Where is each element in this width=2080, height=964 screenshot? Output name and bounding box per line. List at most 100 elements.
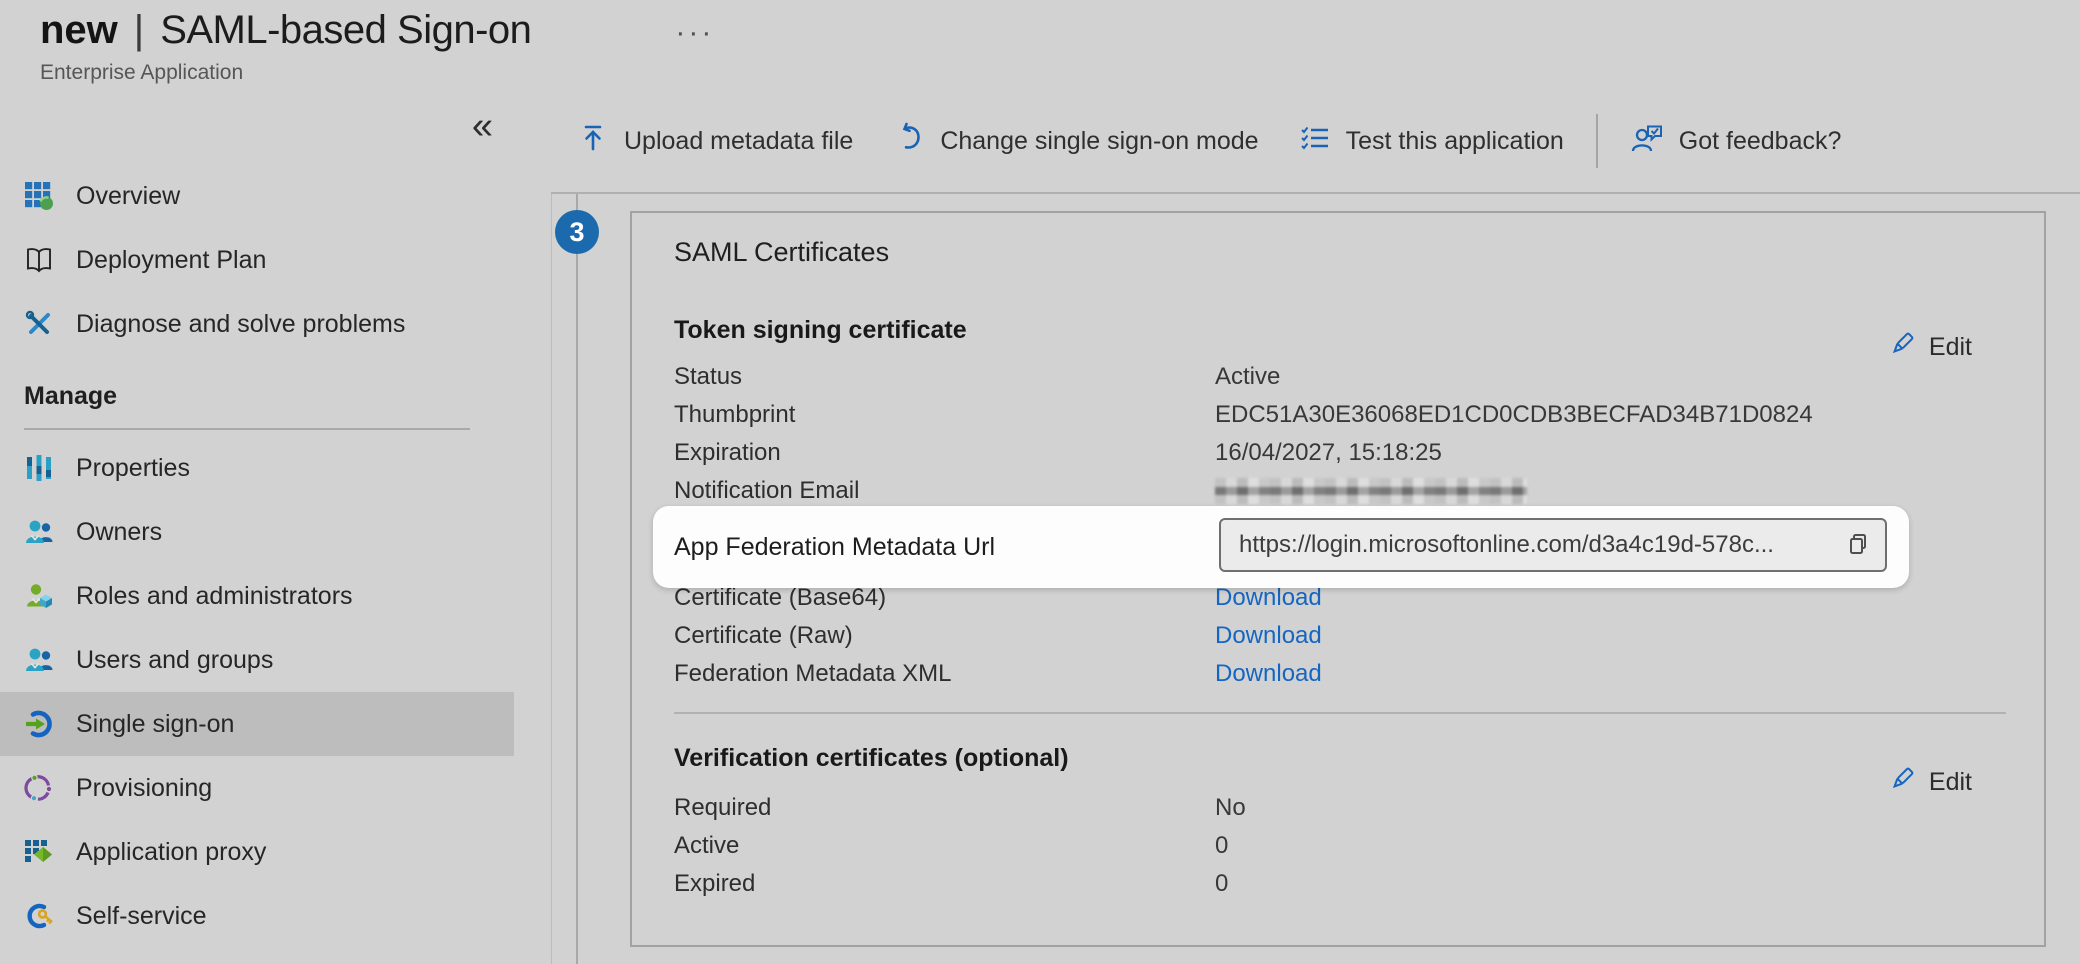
download-base64-link[interactable]: Download (1215, 584, 1322, 612)
status-row: Status Active (674, 358, 2004, 396)
row-label: Certificate (Raw) (674, 622, 1215, 650)
sidebar-item-diagnose[interactable]: Diagnose and solve problems (0, 292, 514, 356)
sidebar-item-label: Properties (76, 454, 190, 483)
sync-dots-icon (24, 773, 54, 803)
download-raw-link[interactable]: Download (1215, 622, 1322, 650)
upload-metadata-file-button[interactable]: Upload metadata file (557, 122, 873, 161)
active-count-value: 0 (1215, 832, 1228, 860)
open-book-icon (24, 245, 54, 275)
circle-key-icon (24, 901, 54, 931)
got-feedback-label: Got feedback? (1679, 127, 1842, 156)
metadata-url-input[interactable]: https://login.microsoftonline.com/d3a4c1… (1219, 518, 1887, 572)
slider-bars-icon (24, 453, 54, 483)
required-row: Required No (674, 789, 2004, 827)
overflow-menu-button[interactable]: ··· (675, 16, 714, 50)
panel-section-divider (674, 712, 2006, 714)
sidebar-item-label: Overview (76, 182, 180, 211)
sidebar-item-properties[interactable]: Properties (0, 436, 514, 500)
copy-icon[interactable] (1843, 530, 1873, 560)
status-value: Active (1215, 363, 1280, 391)
certificate-download-rows: Certificate (Base64) Download Certificat… (674, 579, 2004, 693)
notification-email-row: Notification Email (674, 472, 2004, 510)
page-title: SAML-based Sign-on (160, 8, 531, 53)
title-separator: | (132, 8, 146, 53)
sidebar-item-self-service[interactable]: Self-service (0, 884, 514, 948)
metadata-url-value: https://login.microsoftonline.com/d3a4c1… (1239, 531, 1835, 559)
row-label: Thumbprint (674, 401, 1215, 429)
sidebar-item-label: Provisioning (76, 774, 212, 803)
sidebar-item-label: Roles and administrators (76, 582, 353, 611)
title-row: new | SAML-based Sign-on ··· (40, 8, 714, 53)
crossed-tools-icon (24, 309, 54, 339)
change-sso-mode-button[interactable]: Change single sign-on mode (873, 122, 1278, 161)
sidebar-item-label: Diagnose and solve problems (76, 310, 405, 339)
person-cube-icon (24, 581, 54, 611)
token-signing-certificate-heading: Token signing certificate (674, 316, 967, 345)
expired-count-value: 0 (1215, 870, 1228, 898)
undo-arrow-icon (893, 122, 925, 161)
expiration-row: Expiration 16/04/2027, 15:18:25 (674, 434, 2004, 472)
download-metadata-xml-link[interactable]: Download (1215, 660, 1322, 688)
redacted-email-value (1215, 478, 1527, 504)
got-feedback-button[interactable]: Got feedback? (1610, 122, 1862, 161)
sidebar: « Overview Deployment Plan Diagnose and … (0, 90, 551, 964)
panel-title: SAML Certificates (674, 237, 889, 268)
two-people-icon (24, 517, 54, 547)
checklist-icon (1299, 122, 1331, 161)
sign-in-circle-icon (24, 709, 54, 739)
overview-grid-globe-icon (24, 181, 54, 211)
required-value: No (1215, 794, 1246, 822)
certificate-raw-row: Certificate (Raw) Download (674, 617, 2004, 655)
sidebar-item-label: Application proxy (76, 838, 266, 867)
sidebar-item-label: Deployment Plan (76, 246, 266, 275)
sidebar-item-overview[interactable]: Overview (0, 164, 514, 228)
sidebar-nav: Overview Deployment Plan Diagnose and so… (0, 164, 551, 948)
row-label: Status (674, 363, 1215, 391)
sidebar-section-manage: Manage (24, 372, 551, 420)
row-label: Federation Metadata XML (674, 660, 1215, 688)
sidebar-item-roles-administrators[interactable]: Roles and administrators (0, 564, 514, 628)
sidebar-content-divider (551, 194, 552, 964)
sidebar-divider (24, 428, 470, 430)
sidebar-item-label: Users and groups (76, 646, 273, 675)
verification-certificate-rows: Required No Active 0 Expired 0 (674, 789, 2004, 903)
sidebar-item-users-groups[interactable]: Users and groups (0, 628, 514, 692)
sidebar-collapse-button[interactable]: « (466, 106, 499, 146)
page-header: new | SAML-based Sign-on ··· Enterprise … (40, 8, 714, 85)
sidebar-item-single-sign-on[interactable]: Single sign-on (0, 692, 514, 756)
test-application-label: Test this application (1346, 127, 1564, 156)
row-label: Notification Email (674, 477, 1215, 505)
app-federation-metadata-url-label: App Federation Metadata Url (674, 506, 995, 588)
thumbprint-value: EDC51A30E36068ED1CD0CDB3BECFAD34B71D0824 (1215, 401, 1813, 429)
app-federation-metadata-url-row: App Federation Metadata Url https://logi… (653, 506, 1909, 588)
row-label: Certificate (Base64) (674, 584, 1215, 612)
expired-row: Expired 0 (674, 865, 2004, 903)
toolbar-separator (1596, 114, 1598, 168)
upload-icon (577, 122, 609, 161)
test-application-button[interactable]: Test this application (1279, 122, 1584, 161)
federation-metadata-xml-row: Federation Metadata XML Download (674, 655, 2004, 693)
sidebar-item-label: Single sign-on (76, 710, 234, 739)
app-name: new (40, 8, 118, 53)
sidebar-item-label: Self-service (76, 902, 207, 931)
sidebar-item-owners[interactable]: Owners (0, 500, 514, 564)
sidebar-item-label: Owners (76, 518, 162, 547)
token-certificate-rows: Status Active Thumbprint EDC51A30E36068E… (674, 358, 2004, 510)
sidebar-item-deployment-plan[interactable]: Deployment Plan (0, 228, 514, 292)
row-label: Expiration (674, 439, 1215, 467)
two-people-icon (24, 645, 54, 675)
change-sso-mode-label: Change single sign-on mode (940, 127, 1258, 156)
step-connector-line (576, 194, 578, 964)
row-label: Required (674, 794, 1215, 822)
feedback-person-icon (1630, 122, 1664, 161)
command-toolbar: Upload metadata file Change single sign-… (551, 90, 2080, 194)
grid-diamond-icon (24, 837, 54, 867)
expiration-value: 16/04/2027, 15:18:25 (1215, 439, 1442, 467)
active-row: Active 0 (674, 827, 2004, 865)
sidebar-item-application-proxy[interactable]: Application proxy (0, 820, 514, 884)
row-label: Active (674, 832, 1215, 860)
verification-certificates-heading: Verification certificates (optional) (674, 744, 1069, 773)
sidebar-item-provisioning[interactable]: Provisioning (0, 756, 514, 820)
row-label: Expired (674, 870, 1215, 898)
upload-label: Upload metadata file (624, 127, 853, 156)
